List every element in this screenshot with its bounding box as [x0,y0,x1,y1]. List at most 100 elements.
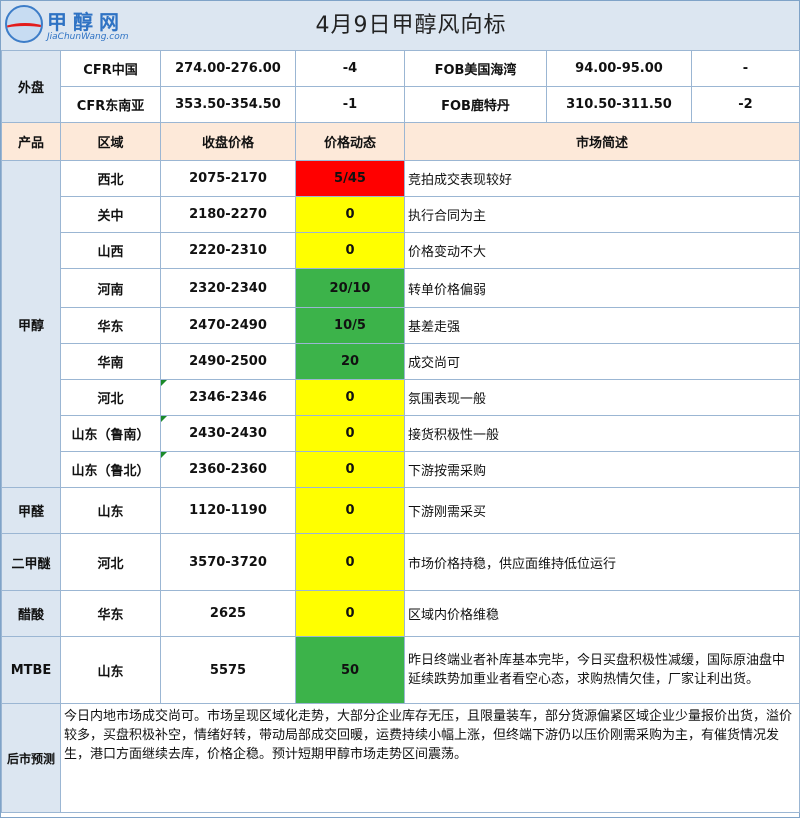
table-row: 华东 2470-2490 10/5 基差走强 [2,307,800,344]
table-row: 甲醇 西北 2075-2170 5/45 竞拍成交表现较好 [1,160,800,488]
table-row: 关中 2180-2270 0 执行合同为主 [2,196,800,233]
table-row: 醋酸 华东 2625 0 区域内价格维稳 [1,590,800,637]
table-row: MTBE 山东 5575 50 昨日终端业者补库基本完毕，今日买盘积极性减缓，国… [1,636,800,704]
table-row: 河南 2320-2340 20/10 转单价格偏弱 [2,268,800,308]
price-cell: 2490-2500 [160,343,296,380]
price-cell: 2320-2340 [160,268,296,308]
price-cell: 2470-2490 [160,307,296,344]
table-row: 河北 2346-2346 0 氛围表现一般 [2,379,800,416]
summary-cell: 基差走强 [404,307,800,344]
table-row: 甲醛 山东 1120-1190 0 下游刚需采买 [1,487,800,534]
region-cell: 华东 [60,307,161,344]
product-label: 二甲醚 [1,533,61,591]
site-logo[interactable]: 甲醇网 JiaChunWang.com [5,5,155,45]
external-row: 外盘 CFR中国 274.00-276.00 -4 FOB美国海湾 94.00-… [1,50,800,123]
product-label: MTBE [1,636,61,704]
price-cell: 2180-2270 [160,196,296,233]
summary-cell: 竞拍成交表现较好 [404,160,800,197]
summary-cell: 市场价格持稳，供应面维持低位运行 [404,533,800,591]
header-change: 价格动态 [295,122,405,161]
change-cell: 0 [295,196,405,233]
header-summary: 市场简述 [404,122,800,161]
region-cell: 山东 [60,636,161,704]
region-cell: 华南 [60,343,161,380]
table-row: 山西 2220-2310 0 价格变动不大 [2,232,800,269]
price-table: 外盘 CFR中国 274.00-276.00 -4 FOB美国海湾 94.00-… [1,50,800,813]
ext-change: -4 [295,50,405,87]
summary-cell: 昨日终端业者补库基本完毕，今日买盘积极性减缓，国际原油盘中延续跌势加重业者看空心… [404,636,800,704]
change-cell: 0 [295,379,405,416]
summary-cell: 氛围表现一般 [404,379,800,416]
region-cell: 山西 [60,232,161,269]
methanol-indicator-sheet: 甲醇网 JiaChunWang.com 4月9日甲醇风向标 外盘 CFR中国 2… [0,0,800,818]
page-title: 4月9日甲醇风向标 [315,13,507,38]
change-cell: 50 [295,636,405,704]
summary-cell: 转单价格偏弱 [404,268,800,308]
ext-change: -1 [295,86,405,123]
price-cell: 2220-2310 [160,232,296,269]
ext-name: FOB鹿特丹 [404,86,547,123]
region-cell: 河南 [60,268,161,308]
change-cell: 0 [295,451,405,488]
change-cell: 20 [295,343,405,380]
ext-name: FOB美国海湾 [404,50,547,87]
forecast-label: 后市预测 [1,703,61,813]
price-cell: 1120-1190 [160,487,296,534]
ext-price: 310.50-311.50 [546,86,692,123]
price-cell: 2625 [160,590,296,637]
region-cell: 河北 [60,379,161,416]
region-cell: 关中 [60,196,161,233]
header-region: 区域 [60,122,161,161]
ext-price: 94.00-95.00 [546,50,692,87]
forecast-text: 今日内地市场成交尚可。市场呈现区域化走势，大部分企业库存无压，且限量装车，部分货… [60,703,800,813]
price-cell: 2075-2170 [160,160,296,197]
product-label: 甲醛 [1,487,61,534]
price-cell: 2346-2346 [160,379,296,416]
change-cell: 0 [295,415,405,452]
change-cell: 20/10 [295,268,405,308]
logo-name: 甲醇网 [47,10,125,34]
ext-change: -2 [691,86,800,123]
table-row: 山东（鲁北） 2360-2360 0 下游按需采购 [2,451,800,488]
table-row: 华南 2490-2500 20 成交尚可 [2,343,800,380]
ext-price: 274.00-276.00 [160,50,296,87]
external-row: CFR东南亚 353.50-354.50 -1 FOB鹿特丹 310.50-31… [2,86,800,123]
product-label: 甲醇 [1,160,61,488]
product-label: 醋酸 [1,590,61,637]
change-cell: 0 [295,487,405,534]
price-cell: 5575 [160,636,296,704]
ext-change: - [691,50,800,87]
change-cell: 0 [295,232,405,269]
change-cell: 0 [295,590,405,637]
summary-cell: 接货积极性一般 [404,415,800,452]
table-row: 山东（鲁南） 2430-2430 0 接货积极性一般 [2,415,800,452]
region-cell: 西北 [60,160,161,197]
table-row: 二甲醚 河北 3570-3720 0 市场价格持稳，供应面维持低位运行 [1,533,800,591]
logo-url: JiaChunWang.com [47,32,129,42]
summary-cell: 下游刚需采买 [404,487,800,534]
ext-name: CFR中国 [60,50,161,87]
summary-cell: 区域内价格维稳 [404,590,800,637]
summary-cell: 价格变动不大 [404,232,800,269]
summary-cell: 执行合同为主 [404,196,800,233]
change-cell: 10/5 [295,307,405,344]
external-label: 外盘 [1,50,61,123]
table-header-row: 产品 区域 收盘价格 价格动态 市场简述 [1,122,800,161]
globe-icon [5,5,43,43]
change-cell: 5/45 [295,160,405,197]
change-cell: 0 [295,533,405,591]
sheet-header: 甲醇网 JiaChunWang.com 4月9日甲醇风向标 [1,1,799,51]
ext-price: 353.50-354.50 [160,86,296,123]
region-cell: 华东 [60,590,161,637]
price-cell: 2360-2360 [160,451,296,488]
ext-name: CFR东南亚 [60,86,161,123]
price-cell: 3570-3720 [160,533,296,591]
header-price: 收盘价格 [160,122,296,161]
region-cell: 山东（鲁南） [60,415,161,452]
forecast-row: 后市预测 今日内地市场成交尚可。市场呈现区域化走势，大部分企业库存无压，且限量装… [1,703,800,813]
price-cell: 2430-2430 [160,415,296,452]
region-cell: 山东 [60,487,161,534]
region-cell: 山东（鲁北） [60,451,161,488]
summary-cell: 下游按需采购 [404,451,800,488]
region-cell: 河北 [60,533,161,591]
